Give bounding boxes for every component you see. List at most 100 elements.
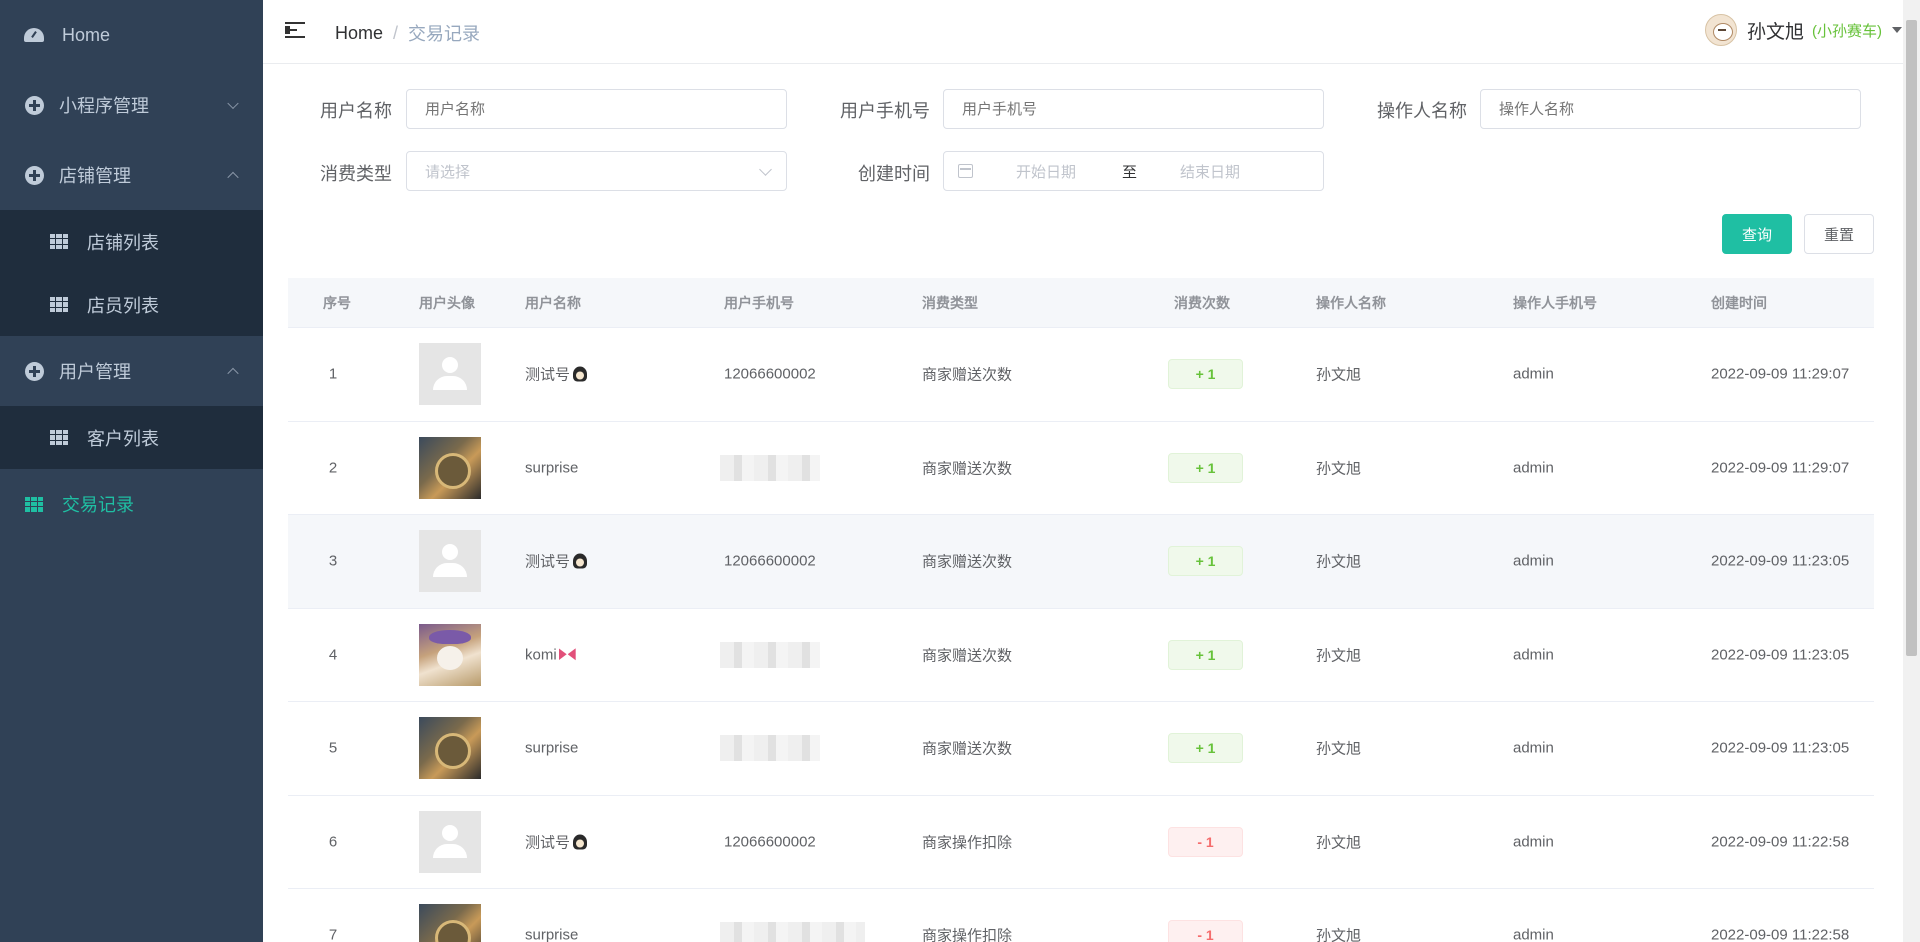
count-tag: + 1 — [1168, 452, 1243, 483]
breadcrumb-separator: / — [393, 22, 399, 43]
page-scrollbar[interactable] — [1903, 0, 1920, 942]
dashboard-icon — [24, 25, 44, 45]
cell-phone: 12066600002 — [724, 552, 816, 570]
penguin-emoji-icon — [573, 834, 588, 850]
cell-created-time: 2022-09-09 11:23:05 — [1711, 739, 1850, 757]
cell-username: komi — [525, 646, 576, 663]
table-icon — [50, 430, 68, 445]
cell-username: surprise — [525, 459, 578, 476]
cell-consume-type: 商家赠送次数 — [922, 366, 1013, 384]
column-header: 消费次数 — [1174, 294, 1230, 311]
calendar-icon — [958, 164, 973, 178]
user-avatar — [419, 810, 481, 873]
date-range-picker[interactable]: 开始日期 至 结束日期 — [943, 151, 1324, 191]
sidebar-item-user[interactable]: 用户管理 — [0, 336, 263, 406]
username-text: surprise — [525, 459, 579, 477]
cell-created-time: 2022-09-09 11:23:05 — [1711, 552, 1850, 570]
type-label: 消费类型 — [320, 164, 392, 184]
sidebar-item-label: 小程序管理 — [59, 96, 149, 116]
cell-created-time: 2022-09-09 11:22:58 — [1711, 926, 1850, 942]
sidebar-item-store[interactable]: 店铺管理 — [0, 140, 263, 210]
cell-operator: 孙文旭 — [1316, 553, 1362, 571]
cell-created-time: 2022-09-09 11:22:58 — [1711, 833, 1850, 851]
sidebar-item-label: 交易记录 — [62, 495, 134, 515]
cell-operator-phone: admin — [1513, 365, 1554, 383]
cell-index: 1 — [328, 365, 338, 383]
sidebar-item-transactions[interactable]: 交易记录 — [0, 469, 263, 539]
user-dropdown[interactable]: 孙文旭 (小孙赛车) — [1704, 14, 1902, 46]
sidebar-item-home[interactable]: Home — [0, 0, 263, 70]
sidebar-item-label: 客户列表 — [87, 428, 159, 449]
cell-username: 测试号 — [525, 551, 588, 572]
table-row: 5 surprise 商家赠送次数 + 1 孙文旭 admin 2022-09-09 11:… — [288, 702, 1874, 796]
table-row: 6 测试号 12066600002 商家操作扣除 - 1 孙文旭 admin 2022-09-… — [288, 796, 1874, 889]
chevron-up-icon — [227, 171, 239, 184]
cell-username: 测试号 — [525, 831, 588, 852]
table-body: 1 测试号 12066600002 商家赠送次数 + 1 孙文旭 admin 2022-09-… — [288, 328, 1874, 942]
cell-phone: 12066600002 — [724, 833, 816, 851]
cell-operator-phone: admin — [1513, 459, 1554, 477]
chevron-down-icon — [227, 97, 239, 110]
penguin-emoji-icon — [573, 553, 588, 569]
sidebar-item-staff-list[interactable]: 店员列表 — [0, 273, 263, 336]
cell-index: 2 — [328, 459, 338, 477]
column-header: 用户名称 — [525, 294, 581, 311]
operator-input[interactable] — [1480, 89, 1861, 129]
table-row: 3 测试号 12066600002 商家赠送次数 + 1 孙文旭 admin 2022-09-… — [288, 515, 1874, 609]
circle-plus-icon — [24, 165, 44, 185]
count-tag: - 1 — [1168, 826, 1243, 857]
cell-operator-phone: admin — [1513, 552, 1554, 570]
sidebar: Home 小程序管理 店铺管理 店铺列表 店员列表 用户管理 客户列表 交易记录 — [0, 0, 263, 942]
cell-operator: 孙文旭 — [1316, 740, 1362, 758]
reset-button[interactable]: 重置 — [1804, 214, 1874, 254]
avatar — [1704, 14, 1737, 46]
type-select[interactable]: 请选择 — [406, 151, 787, 191]
cell-operator-phone: admin — [1513, 833, 1554, 851]
count-tag: + 1 — [1168, 359, 1243, 390]
sidebar-item-customer-list[interactable]: 客户列表 — [0, 406, 263, 469]
user-shop-name: (小孙赛车) — [1812, 22, 1882, 40]
circle-plus-icon — [24, 95, 44, 115]
search-button[interactable]: 查询 — [1722, 214, 1792, 254]
sidebar-item-miniprogram[interactable]: 小程序管理 — [0, 70, 263, 140]
start-date-input[interactable]: 开始日期 — [1016, 161, 1076, 182]
user-name: 孙文旭 — [1746, 21, 1804, 43]
hamburger-icon[interactable] — [285, 21, 307, 39]
cell-operator-phone: admin — [1513, 646, 1554, 664]
chevron-up-icon — [227, 367, 239, 380]
table-icon — [50, 234, 68, 249]
end-date-input[interactable]: 结束日期 — [1180, 161, 1240, 182]
breadcrumb-current: 交易记录 — [408, 24, 481, 44]
phone-label: 用户手机号 — [840, 101, 930, 121]
table-icon — [24, 494, 44, 514]
cell-username: surprise — [525, 927, 578, 942]
breadcrumb-home[interactable]: Home — [335, 23, 383, 44]
cell-created-time: 2022-09-09 11:23:05 — [1711, 646, 1850, 664]
sidebar-item-store-list[interactable]: 店铺列表 — [0, 210, 263, 273]
cell-phone: 12066600002 — [724, 365, 816, 383]
count-tag: - 1 — [1168, 920, 1243, 942]
username-text: surprise — [525, 926, 579, 942]
username-text: 测试号 — [525, 553, 571, 571]
circle-plus-icon — [24, 361, 44, 381]
username-input[interactable] — [406, 89, 787, 129]
user-avatar — [419, 623, 481, 686]
cell-consume-type: 商家赠送次数 — [922, 740, 1013, 758]
type-select-placeholder: 请选择 — [425, 163, 471, 181]
submenu-store: 店铺列表 店员列表 — [0, 210, 263, 336]
cell-created-time: 2022-09-09 11:29:07 — [1711, 365, 1850, 383]
scrollbar-thumb[interactable] — [1906, 20, 1917, 656]
masked-phone — [720, 641, 820, 668]
cell-index: 4 — [328, 646, 338, 664]
table-row: 4 komi 商家赠送次数 + 1 孙文旭 admin 2022-09-09 11:23:0… — [288, 609, 1874, 702]
cell-index: 6 — [328, 833, 338, 851]
column-header: 操作人手机号 — [1513, 294, 1597, 311]
table-row: 1 测试号 12066600002 商家赠送次数 + 1 孙文旭 admin 2022-09-… — [288, 328, 1874, 422]
username-text: 测试号 — [525, 834, 571, 852]
submenu-user: 客户列表 — [0, 406, 263, 469]
table-row: 7 surprise 商家操作扣除 - 1 孙文旭 admin 2022-09-09 11:… — [288, 889, 1874, 942]
phone-input[interactable] — [943, 89, 1324, 129]
chevron-down-icon — [759, 163, 772, 176]
cell-consume-type: 商家赠送次数 — [922, 647, 1013, 665]
operator-label: 操作人名称 — [1377, 101, 1467, 121]
